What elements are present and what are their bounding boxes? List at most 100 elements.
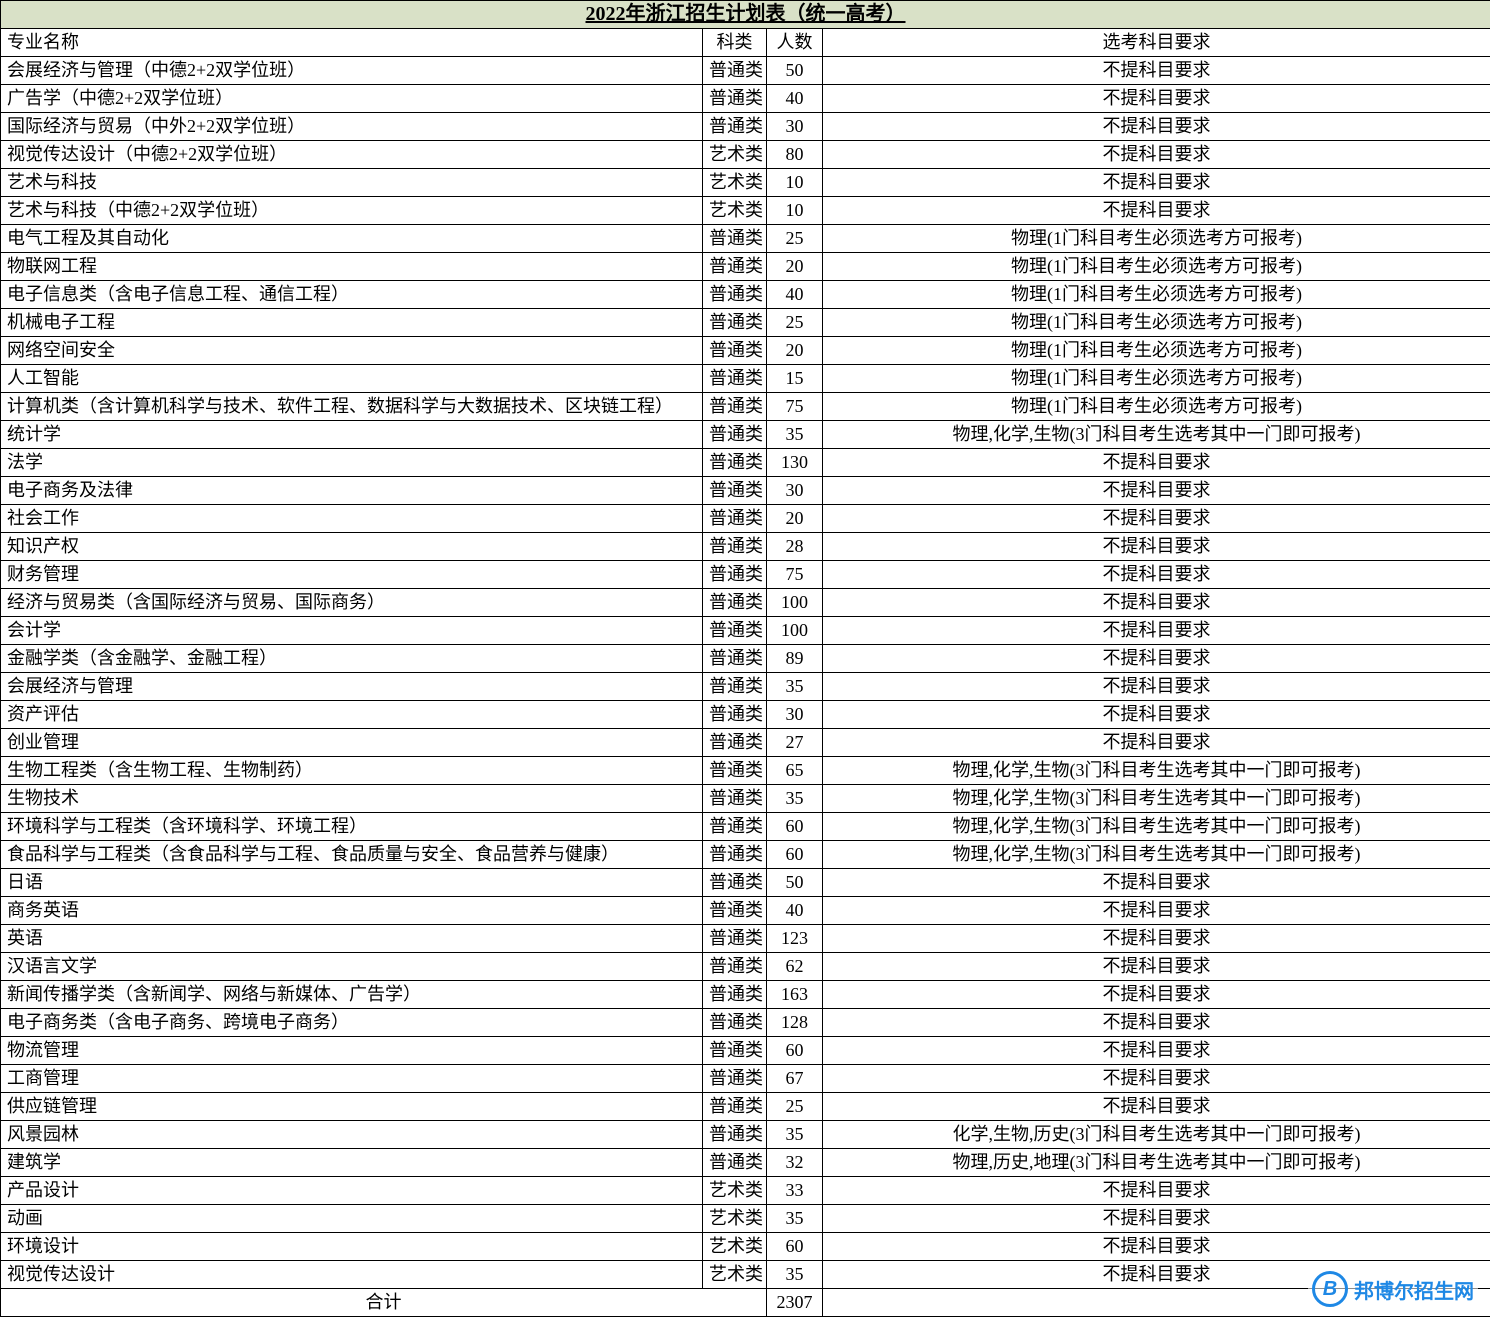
cell-count: 20 [767, 253, 823, 281]
cell-count: 163 [767, 981, 823, 1009]
table-row: 生物工程类（含生物工程、生物制药）普通类65物理,化学,生物(3门科目考生选考其… [1, 757, 1490, 785]
cell-major: 电子信息类（含电子信息工程、通信工程） [1, 281, 703, 309]
cell-major: 英语 [1, 925, 703, 953]
cell-req: 不提科目要求 [823, 141, 1490, 169]
cell-major: 机械电子工程 [1, 309, 703, 337]
cell-major: 计算机类（含计算机科学与技术、软件工程、数据科学与大数据技术、区块链工程） [1, 393, 703, 421]
cell-count: 30 [767, 477, 823, 505]
table-row: 新闻传播学类（含新闻学、网络与新媒体、广告学）普通类163不提科目要求 [1, 981, 1490, 1009]
cell-type: 普通类 [703, 225, 767, 253]
enrollment-table: 2022年浙江招生计划表（统一高考） 专业名称 科类 人数 选考科目要求 会展经… [0, 0, 1490, 1317]
table-row: 电子商务类（含电子商务、跨境电子商务）普通类128不提科目要求 [1, 1009, 1490, 1037]
cell-req: 不提科目要求 [823, 589, 1490, 617]
cell-count: 60 [767, 1233, 823, 1261]
cell-req: 不提科目要求 [823, 197, 1490, 225]
cell-type: 普通类 [703, 897, 767, 925]
cell-type: 普通类 [703, 841, 767, 869]
cell-count: 30 [767, 701, 823, 729]
cell-type: 普通类 [703, 925, 767, 953]
table-row: 电子商务及法律普通类30不提科目要求 [1, 477, 1490, 505]
table-row: 网络空间安全普通类20物理(1门科目考生必须选考方可报考) [1, 337, 1490, 365]
table-row: 资产评估普通类30不提科目要求 [1, 701, 1490, 729]
table-row: 广告学（中德2+2双学位班）普通类40不提科目要求 [1, 85, 1490, 113]
table-row: 环境设计艺术类60不提科目要求 [1, 1233, 1490, 1261]
total-row: 合计2307 [1, 1289, 1490, 1317]
cell-major: 电子商务及法律 [1, 477, 703, 505]
cell-type: 普通类 [703, 981, 767, 1009]
cell-count: 123 [767, 925, 823, 953]
cell-type: 普通类 [703, 281, 767, 309]
cell-major: 电气工程及其自动化 [1, 225, 703, 253]
cell-major: 物流管理 [1, 1037, 703, 1065]
cell-count: 10 [767, 169, 823, 197]
cell-type: 普通类 [703, 505, 767, 533]
cell-count: 20 [767, 337, 823, 365]
cell-major: 会展经济与管理 [1, 673, 703, 701]
cell-major: 艺术与科技 [1, 169, 703, 197]
table-row: 生物技术普通类35物理,化学,生物(3门科目考生选考其中一门即可报考) [1, 785, 1490, 813]
cell-type: 普通类 [703, 1121, 767, 1149]
title-row: 2022年浙江招生计划表（统一高考） [1, 1, 1490, 29]
cell-major: 视觉传达设计 [1, 1261, 703, 1289]
cell-type: 艺术类 [703, 141, 767, 169]
cell-req: 不提科目要求 [823, 1093, 1490, 1121]
cell-count: 35 [767, 673, 823, 701]
table-row: 电气工程及其自动化普通类25物理(1门科目考生必须选考方可报考) [1, 225, 1490, 253]
cell-req: 不提科目要求 [823, 57, 1490, 85]
cell-count: 27 [767, 729, 823, 757]
cell-major: 会计学 [1, 617, 703, 645]
cell-req: 物理,化学,生物(3门科目考生选考其中一门即可报考) [823, 421, 1490, 449]
cell-count: 89 [767, 645, 823, 673]
cell-count: 28 [767, 533, 823, 561]
cell-req: 不提科目要求 [823, 617, 1490, 645]
table-row: 会展经济与管理（中德2+2双学位班）普通类50不提科目要求 [1, 57, 1490, 85]
cell-req: 不提科目要求 [823, 533, 1490, 561]
cell-type: 普通类 [703, 729, 767, 757]
table-row: 商务英语普通类40不提科目要求 [1, 897, 1490, 925]
cell-type: 普通类 [703, 673, 767, 701]
table-row: 会展经济与管理普通类35不提科目要求 [1, 673, 1490, 701]
cell-req: 物理(1门科目考生必须选考方可报考) [823, 337, 1490, 365]
cell-count: 40 [767, 281, 823, 309]
table-row: 产品设计艺术类33不提科目要求 [1, 1177, 1490, 1205]
table-row: 知识产权普通类28不提科目要求 [1, 533, 1490, 561]
cell-major: 会展经济与管理（中德2+2双学位班） [1, 57, 703, 85]
cell-major: 创业管理 [1, 729, 703, 757]
cell-type: 普通类 [703, 617, 767, 645]
cell-count: 130 [767, 449, 823, 477]
cell-major: 社会工作 [1, 505, 703, 533]
table-row: 电子信息类（含电子信息工程、通信工程）普通类40物理(1门科目考生必须选考方可报… [1, 281, 1490, 309]
cell-type: 普通类 [703, 645, 767, 673]
cell-major: 汉语言文学 [1, 953, 703, 981]
cell-req: 不提科目要求 [823, 169, 1490, 197]
cell-type: 普通类 [703, 533, 767, 561]
cell-type: 普通类 [703, 1149, 767, 1177]
cell-req: 物理,化学,生物(3门科目考生选考其中一门即可报考) [823, 785, 1490, 813]
cell-type: 普通类 [703, 561, 767, 589]
cell-type: 普通类 [703, 953, 767, 981]
cell-req: 不提科目要求 [823, 729, 1490, 757]
cell-req: 不提科目要求 [823, 869, 1490, 897]
cell-type: 普通类 [703, 113, 767, 141]
cell-req: 不提科目要求 [823, 673, 1490, 701]
cell-count: 33 [767, 1177, 823, 1205]
cell-req: 物理(1门科目考生必须选考方可报考) [823, 393, 1490, 421]
cell-count: 30 [767, 113, 823, 141]
cell-req: 物理(1门科目考生必须选考方可报考) [823, 253, 1490, 281]
cell-req: 物理(1门科目考生必须选考方可报考) [823, 225, 1490, 253]
cell-major: 环境设计 [1, 1233, 703, 1261]
cell-req: 不提科目要求 [823, 645, 1490, 673]
table-row: 环境科学与工程类（含环境科学、环境工程）普通类60物理,化学,生物(3门科目考生… [1, 813, 1490, 841]
cell-major: 日语 [1, 869, 703, 897]
cell-count: 60 [767, 813, 823, 841]
cell-type: 普通类 [703, 757, 767, 785]
table-title: 2022年浙江招生计划表（统一高考） [1, 1, 1490, 29]
cell-count: 128 [767, 1009, 823, 1037]
cell-count: 35 [767, 1121, 823, 1149]
cell-major: 建筑学 [1, 1149, 703, 1177]
cell-count: 15 [767, 365, 823, 393]
cell-major: 供应链管理 [1, 1093, 703, 1121]
cell-type: 普通类 [703, 813, 767, 841]
cell-count: 50 [767, 869, 823, 897]
cell-req: 不提科目要求 [823, 561, 1490, 589]
